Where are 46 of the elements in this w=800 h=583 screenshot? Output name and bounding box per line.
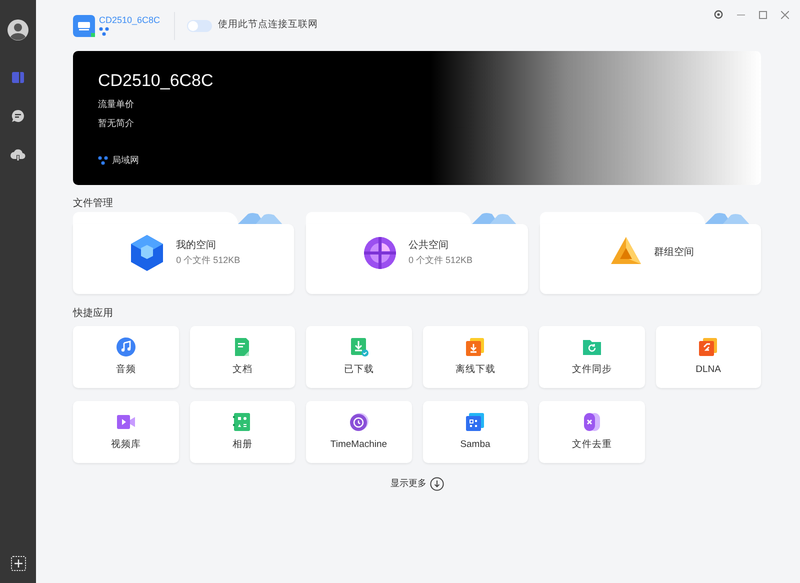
network-label: 局域网 <box>112 154 139 167</box>
banner-text: 流量单价 <box>98 98 135 110</box>
cloud-icon[interactable] <box>10 148 26 162</box>
swap-icon <box>698 336 718 357</box>
app-tile[interactable]: 相册 <box>190 401 295 463</box>
internet-toggle[interactable] <box>187 20 212 32</box>
app-tile[interactable]: TimeMachine <box>306 401 412 463</box>
folder-card[interactable]: 群组空间 <box>540 224 761 294</box>
app-tile[interactable]: 视频库 <box>73 401 178 463</box>
device-icon <box>73 14 95 36</box>
folder-card[interactable]: 公共空间 0 个文件 512KB <box>306 224 528 294</box>
download-icon <box>465 336 486 357</box>
banner-title: CD2510_6C8C <box>98 70 214 92</box>
space-name: 公共空间 <box>408 239 450 253</box>
music-note-icon <box>116 336 136 357</box>
app-tile[interactable]: Samba <box>422 401 528 463</box>
show-more-button[interactable]: 显示更多 <box>390 477 444 491</box>
banner-text: 暂无简介 <box>98 117 135 129</box>
app-tile[interactable]: 已下载 <box>306 326 412 388</box>
maximize-icon[interactable] <box>759 10 767 18</box>
space-info: 0 个文件 512KB <box>176 254 240 267</box>
download-icon <box>348 336 369 357</box>
space-name: 群组空间 <box>654 246 694 260</box>
app-tile[interactable]: 文档 <box>190 326 295 388</box>
add-icon[interactable] <box>10 556 26 571</box>
space-info: 0 个文件 512KB <box>408 254 472 267</box>
folder-card[interactable]: 我的空间 0 个文件 512KB <box>73 224 294 294</box>
album-icon <box>232 412 252 432</box>
section-heading: 快捷应用 <box>73 307 114 321</box>
avatar-icon[interactable] <box>7 19 29 41</box>
chat-icon[interactable] <box>11 109 25 123</box>
grid-icon <box>465 412 486 432</box>
close-icon[interactable] <box>781 10 789 18</box>
network-icon <box>98 156 108 166</box>
app-tile[interactable]: 离线下载 <box>422 326 528 388</box>
app-tile[interactable]: 音频 <box>73 326 178 388</box>
toggle-label: 使用此节点连接互联网 <box>218 18 318 32</box>
remove-duplicate-icon <box>582 412 602 432</box>
app-tile[interactable]: DLNA <box>656 326 761 388</box>
network-icon <box>99 26 109 36</box>
settings-icon[interactable] <box>714 10 723 19</box>
section-heading: 文件管理 <box>73 197 114 211</box>
app-tile[interactable]: 文件去重 <box>539 401 644 463</box>
clock-icon <box>348 412 369 432</box>
space-name: 我的空间 <box>176 239 218 253</box>
app-tile[interactable]: 文件同步 <box>539 326 644 388</box>
